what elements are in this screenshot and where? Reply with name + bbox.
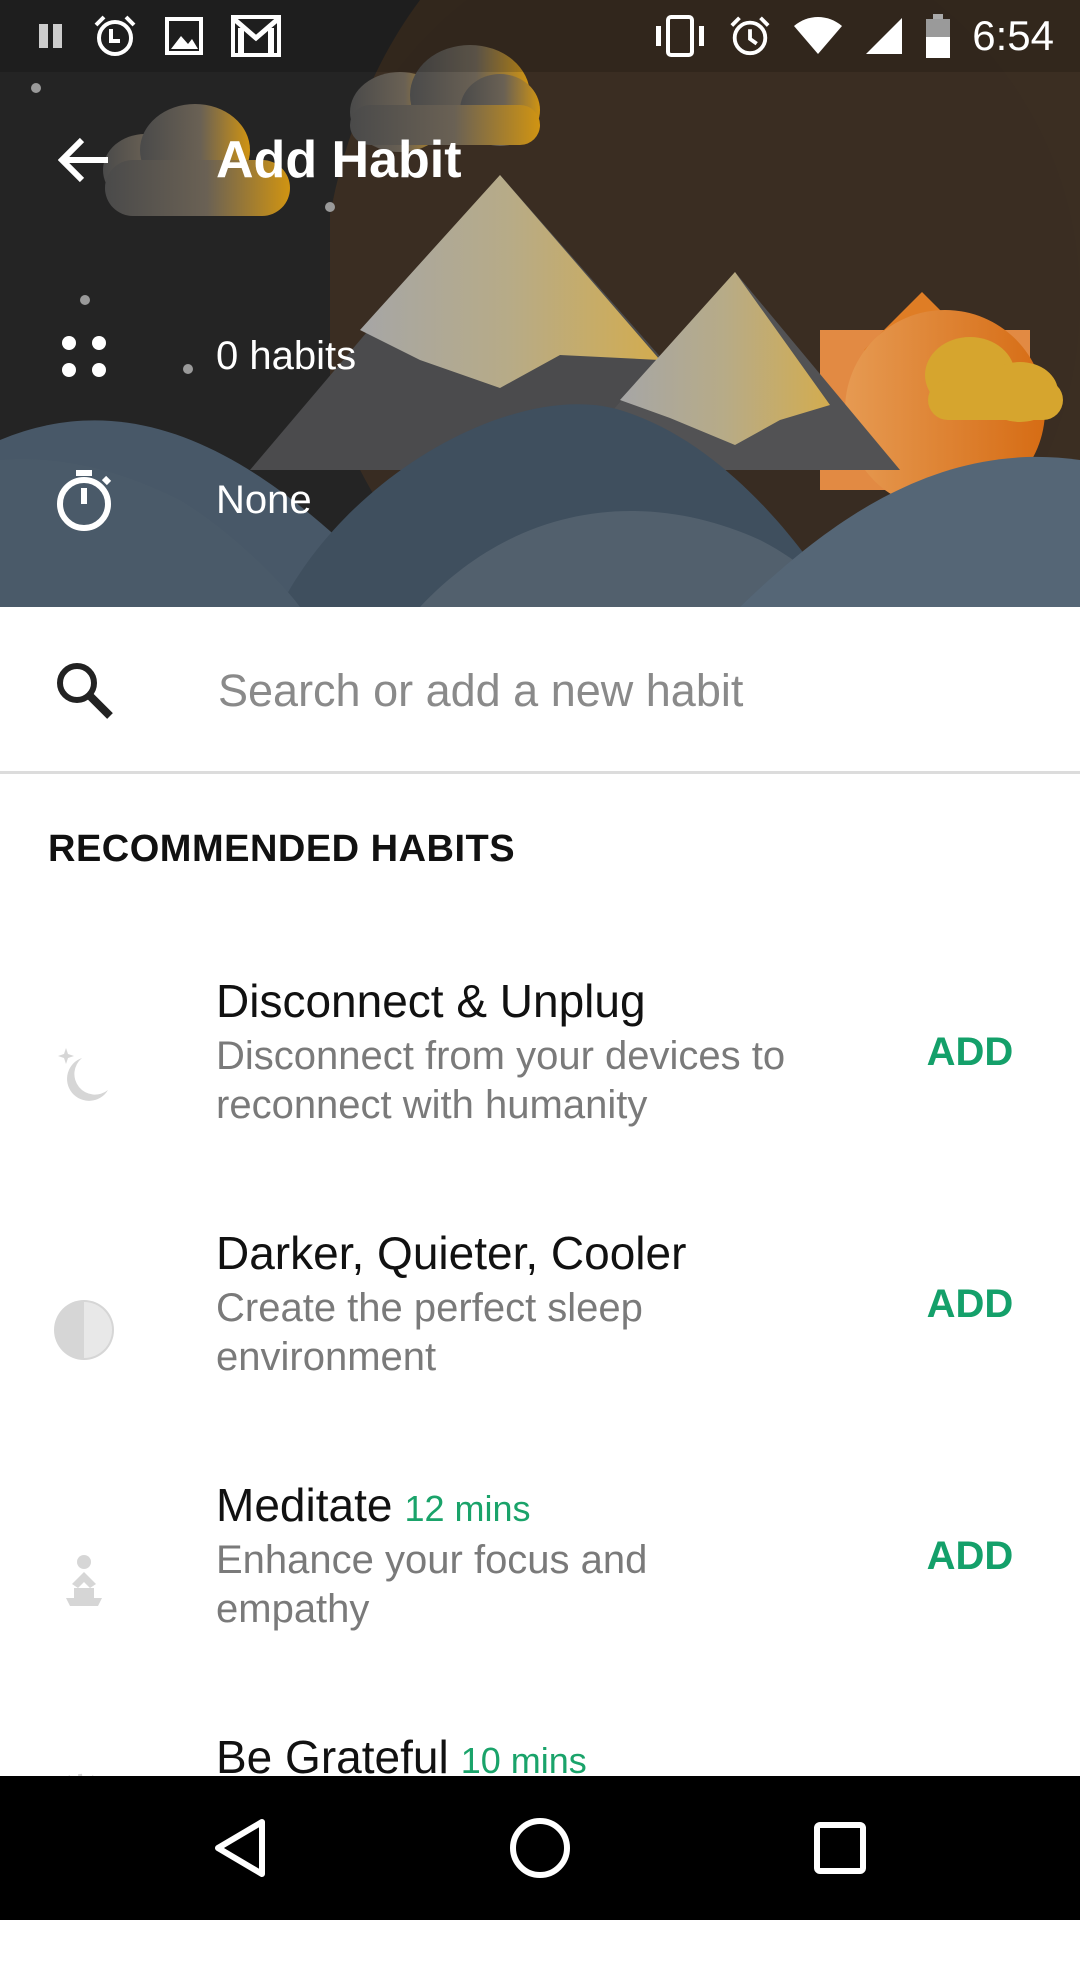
timer-icon [48, 464, 120, 536]
gmail-icon [230, 14, 282, 58]
back-button[interactable] [48, 124, 120, 196]
square-recents-icon [814, 1822, 866, 1874]
habit-description: Disconnect from your devices to reconnec… [216, 1034, 786, 1127]
navigation-bar [0, 1776, 1080, 1920]
habits-count-row: 0 habits [0, 308, 1080, 404]
duration-value: None [216, 478, 312, 522]
image-icon [164, 16, 204, 56]
nav-home-button[interactable] [480, 1800, 600, 1896]
habit-description: Create the perfect sleep environment [216, 1286, 643, 1379]
signal-icon [864, 16, 904, 56]
add-button[interactable]: ADD [900, 1022, 1040, 1082]
nav-recents-button[interactable] [780, 1800, 900, 1896]
habit-duration: 12 mins [404, 1488, 531, 1529]
alarm-clock-icon [92, 13, 138, 59]
meditation-icon [48, 1546, 120, 1618]
pause-icon [36, 21, 66, 51]
circle-home-icon [510, 1818, 570, 1878]
duration-row: None [0, 452, 1080, 548]
section-title: RECOMMENDED HABITS [48, 828, 516, 870]
vibrate-icon [652, 14, 708, 58]
habit-item[interactable]: Disconnect & Unplug Disconnect from your… [0, 972, 1080, 1224]
moon-star-icon [48, 1042, 120, 1114]
battery-icon [924, 13, 952, 59]
search-divider [0, 771, 1080, 774]
search-icon [48, 654, 120, 726]
habit-item[interactable]: Meditate 12 mins Enhance your focus and e… [0, 1476, 1080, 1728]
half-moon-icon [48, 1294, 120, 1366]
page-title: Add Habit [216, 131, 462, 189]
habits-dots-icon [48, 320, 120, 392]
search-bar [0, 607, 1080, 773]
wifi-icon [792, 16, 844, 56]
habit-name: Disconnect & Unplug [216, 975, 646, 1027]
status-bar: 6:54 [0, 0, 1080, 72]
add-button[interactable]: ADD [900, 1526, 1040, 1586]
back-arrow-icon [58, 137, 108, 183]
triangle-back-icon [215, 1819, 265, 1877]
nav-back-button[interactable] [180, 1800, 300, 1896]
habit-name: Darker, Quieter, Cooler [216, 1227, 687, 1279]
habit-item[interactable]: Darker, Quieter, Cooler Create the perfe… [0, 1224, 1080, 1476]
search-input[interactable] [216, 657, 1020, 725]
header: 6:54 Add Habit 0 habits None [0, 0, 1080, 607]
habit-name: Meditate 12 mins [216, 1479, 531, 1531]
habits-count: 0 habits [216, 334, 357, 378]
add-button[interactable]: ADD [900, 1274, 1040, 1334]
status-time: 6:54 [972, 12, 1054, 59]
habit-description: Enhance your focus and empathy [216, 1538, 648, 1631]
alarm-icon [728, 14, 772, 58]
habit-duration: 10 mins [460, 1740, 587, 1781]
